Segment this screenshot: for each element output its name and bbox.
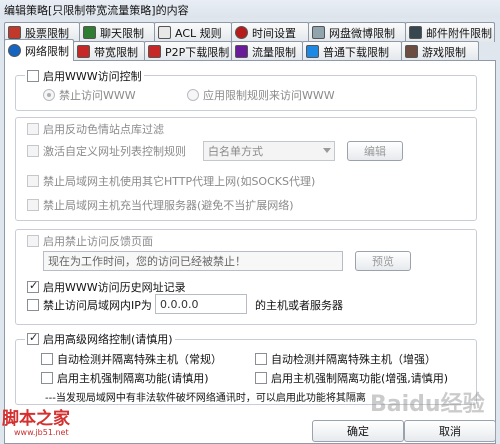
- site-watermark: 脚本之家: [2, 409, 70, 429]
- tab-label: 普通下载限制: [323, 45, 389, 59]
- url-mode-value: 白名单方式: [208, 145, 263, 158]
- custom-url-label: 激活自定义网址列表控制规则: [43, 145, 186, 158]
- history-enable-row[interactable]: 启用WWW访问历史网址记录: [27, 279, 186, 295]
- clock-icon: [235, 26, 248, 39]
- deny-www-radio[interactable]: [43, 89, 55, 101]
- tab-network[interactable]: 网络限制: [4, 39, 74, 61]
- custom-url-row[interactable]: 激活自定义网址列表控制规则: [27, 143, 186, 159]
- strong-1-label: 启用主机强制隔离功能(请慎用): [57, 372, 209, 385]
- tab-label: 游戏限制: [422, 45, 466, 59]
- advanced-enable-row[interactable]: 启用高级网络控制(请慎用): [25, 331, 175, 347]
- chevron-down-icon: [323, 148, 331, 153]
- tab-mail[interactable]: 邮件附件限制: [405, 22, 495, 42]
- auto-normal-label: 自动检测并隔离特殊主机（常规）: [57, 353, 222, 366]
- auto-enhanced-row[interactable]: 自动检测并隔离特殊主机（增强）: [255, 351, 436, 367]
- http-proxy-checkbox[interactable]: [27, 175, 39, 187]
- tab-label: 带宽限制: [94, 45, 138, 59]
- mail-icon: [409, 26, 422, 39]
- window-title: 编辑策略[只限制带宽流量策略]的内容: [0, 0, 500, 18]
- lan-ip-suffix-label: 的主机或者服务器: [255, 299, 343, 312]
- tab-traffic[interactable]: 流量限制: [231, 41, 303, 61]
- tab-label: P2P下载限制: [165, 45, 230, 59]
- tab-label: 网盘微博限制: [329, 26, 395, 40]
- ok-button[interactable]: 确定: [312, 420, 404, 442]
- acl-icon: [158, 26, 171, 39]
- history-enable-checkbox[interactable]: [27, 279, 39, 293]
- network-icon: [8, 44, 21, 57]
- url-mode-select[interactable]: 白名单方式: [203, 141, 335, 161]
- custom-url-checkbox[interactable]: [27, 145, 39, 157]
- reverse-filter-row[interactable]: 启用反动色情站点库过滤: [27, 121, 164, 137]
- edit-button[interactable]: 编辑: [347, 141, 403, 161]
- tab-cloud[interactable]: 网盘微博限制: [308, 22, 406, 42]
- tab-label: 时间设置: [252, 26, 296, 40]
- tab-chat[interactable]: 聊天限制: [79, 22, 155, 42]
- tab-label: 网络限制: [25, 44, 69, 58]
- tab-download[interactable]: 普通下载限制: [302, 41, 402, 61]
- reverse-filter-checkbox[interactable]: [27, 123, 39, 135]
- tab-row-1: 股票限制 聊天限制 ACL 规则 时间设置 网盘微博限制 邮件附件限制: [4, 22, 495, 42]
- proxy-server-label: 禁止局域网主机充当代理服务器(避免不当扩展网络): [43, 199, 294, 212]
- strong-1-checkbox[interactable]: [41, 372, 53, 384]
- feedback-enable-label: 启用禁止访问反馈页面: [43, 235, 153, 248]
- advanced-enable-label: 启用高级网络控制(请慎用): [43, 333, 173, 346]
- feedback-enable-row[interactable]: 启用禁止访问反馈页面: [27, 233, 153, 249]
- reverse-filter-label: 启用反动色情站点库过滤: [43, 123, 164, 136]
- rules-www-radio-row[interactable]: 应用限制规则来访问WWW: [187, 87, 335, 103]
- tab-label: 邮件附件限制: [426, 26, 492, 40]
- lan-ip-input[interactable]: 0.0.0.0: [155, 294, 247, 314]
- advanced-enable-checkbox[interactable]: [27, 331, 39, 345]
- rules-www-label: 应用限制规则来访问WWW: [203, 89, 335, 102]
- stock-icon: [8, 26, 21, 39]
- p2p-icon: [148, 45, 161, 58]
- strong-2-row[interactable]: 启用主机强制隔离功能(增强,请慎用): [255, 370, 448, 386]
- auto-normal-checkbox[interactable]: [41, 353, 53, 365]
- strong-1-row[interactable]: 启用主机强制隔离功能(请慎用): [41, 370, 209, 386]
- cancel-button[interactable]: 取消: [404, 420, 496, 442]
- tab-acl[interactable]: ACL 规则: [154, 22, 232, 42]
- bandwidth-icon: [77, 45, 90, 58]
- lan-ip-label: 禁止访问局域网内IP为: [43, 299, 152, 312]
- lan-ip-suffix: 的主机或者服务器: [255, 297, 343, 313]
- advanced-note-text: ---当发现局域网中有非法软件破坏网络通讯时，可以启用此功能将其隔离: [45, 393, 366, 404]
- preview-button[interactable]: 预览: [355, 251, 411, 271]
- strong-2-checkbox[interactable]: [255, 372, 267, 384]
- feedback-message-input[interactable]: 现在为工作时间，您的访问已经被禁止！: [43, 251, 343, 271]
- deny-www-radio-row[interactable]: 禁止访问WWW: [43, 87, 136, 103]
- cloud-icon: [312, 26, 325, 39]
- tab-time[interactable]: 时间设置: [231, 22, 309, 42]
- lan-ip-checkbox[interactable]: [27, 299, 39, 311]
- tab-label: 聊天限制: [100, 26, 144, 40]
- www-enable-checkbox-row[interactable]: 启用WWW访问控制: [25, 68, 144, 84]
- tab-label: 流量限制: [252, 45, 296, 59]
- tab-bandwidth[interactable]: 带宽限制: [73, 41, 145, 61]
- tab-p2p[interactable]: P2P下载限制: [144, 41, 232, 61]
- www-enable-checkbox[interactable]: [27, 70, 39, 82]
- baidu-watermark: Baidu经验: [370, 392, 485, 417]
- tab-game[interactable]: 游戏限制: [401, 41, 479, 61]
- download-icon: [306, 45, 319, 58]
- traffic-icon: [235, 45, 248, 58]
- game-icon: [405, 45, 418, 58]
- auto-enhanced-checkbox[interactable]: [255, 353, 267, 365]
- advanced-note: ---当发现局域网中有非法软件破坏网络通讯时，可以启用此功能将其隔离: [45, 389, 366, 404]
- proxy-server-checkbox[interactable]: [27, 199, 39, 211]
- auto-enhanced-label: 自动检测并隔离特殊主机（增强）: [271, 353, 436, 366]
- www-enable-label: 启用WWW访问控制: [43, 70, 142, 83]
- tab-label: ACL 规则: [175, 26, 222, 40]
- http-proxy-row[interactable]: 禁止局域网主机使用其它HTTP代理上网(如SOCKS代理): [27, 173, 315, 189]
- deny-www-label: 禁止访问WWW: [59, 89, 136, 102]
- rules-www-radio[interactable]: [187, 89, 199, 101]
- chat-icon: [83, 26, 96, 39]
- lan-ip-row[interactable]: 禁止访问局域网内IP为: [27, 297, 152, 313]
- site-url-watermark: www.jb51.net: [14, 428, 69, 437]
- proxy-server-row[interactable]: 禁止局域网主机充当代理服务器(避免不当扩展网络): [27, 197, 294, 213]
- auto-normal-row[interactable]: 自动检测并隔离特殊主机（常规）: [41, 351, 222, 367]
- feedback-enable-checkbox[interactable]: [27, 235, 39, 247]
- http-proxy-label: 禁止局域网主机使用其它HTTP代理上网(如SOCKS代理): [43, 175, 316, 188]
- strong-2-label: 启用主机强制隔离功能(增强,请慎用): [271, 372, 449, 385]
- tab-row-2: 网络限制 带宽限制 P2P下载限制 流量限制 普通下载限制 游戏限制: [4, 39, 479, 61]
- history-enable-label: 启用WWW访问历史网址记录: [43, 281, 186, 294]
